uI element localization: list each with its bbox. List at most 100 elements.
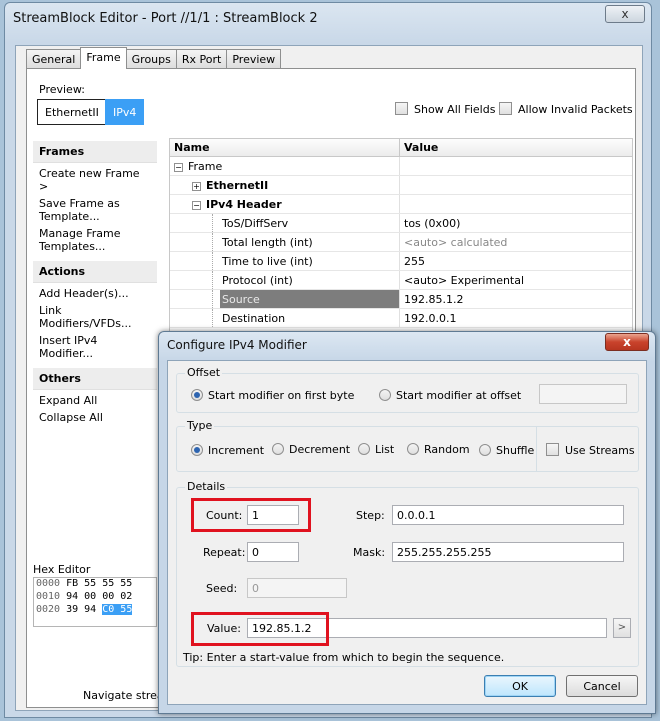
radio-button[interactable] bbox=[358, 443, 370, 455]
hex-bytes[interactable]: 39 94 bbox=[66, 604, 96, 615]
frames-section-title: Frames bbox=[33, 141, 157, 163]
dialog-close-button[interactable]: x bbox=[605, 333, 649, 351]
value-browse-button[interactable]: > bbox=[613, 618, 631, 638]
ok-button[interactable]: OK bbox=[484, 675, 556, 697]
tree-row-ethernet[interactable]: + EthernetII bbox=[170, 176, 632, 195]
collapse-icon[interactable]: − bbox=[192, 201, 201, 210]
checkbox-box[interactable] bbox=[546, 443, 559, 456]
dialog-title: Configure IPv4 Modifier bbox=[167, 338, 307, 352]
offset-input[interactable] bbox=[539, 384, 627, 404]
tab-strip: General Frame Groups Rx Port Preview bbox=[26, 47, 282, 69]
repeat-label: Repeat: bbox=[203, 546, 246, 559]
radio-button[interactable] bbox=[191, 444, 203, 456]
radio-button[interactable] bbox=[407, 443, 419, 455]
field-value[interactable]: <auto> Experimental bbox=[400, 271, 528, 289]
checkbox-box[interactable] bbox=[395, 102, 408, 115]
collapse-icon[interactable]: − bbox=[174, 163, 183, 172]
checkbox-box[interactable] bbox=[499, 102, 512, 115]
close-icon: x bbox=[621, 7, 629, 21]
tree-row-frame[interactable]: − Frame bbox=[170, 157, 632, 176]
create-new-frame-link[interactable]: Create new Frame > bbox=[39, 165, 151, 195]
step-input[interactable]: 0.0.0.1 bbox=[392, 505, 624, 525]
offset-group-label: Offset bbox=[185, 366, 223, 379]
hex-offset: 0010 bbox=[36, 591, 61, 602]
field-name: Destination bbox=[222, 312, 286, 325]
preview-ethernet-button[interactable]: EthernetII bbox=[37, 99, 107, 125]
value-column-header[interactable]: Value bbox=[400, 139, 442, 156]
radio-label: Decrement bbox=[289, 443, 351, 456]
save-frame-template-link[interactable]: Save Frame as Template... bbox=[39, 195, 151, 225]
type-divider bbox=[536, 426, 537, 472]
insert-ipv4-modifier-link[interactable]: Insert IPv4 Modifier... bbox=[39, 332, 151, 362]
window-close-button[interactable]: x bbox=[605, 5, 645, 23]
allow-invalid-packets-label: Allow Invalid Packets bbox=[518, 103, 633, 116]
link-modifiers-link[interactable]: Link Modifiers/VFDs... bbox=[39, 302, 151, 332]
field-value[interactable]: 192.85.1.2 bbox=[400, 290, 467, 308]
type-group: Type Increment Decrement List Random Shu… bbox=[176, 419, 639, 472]
type-increment-radio[interactable]: Increment bbox=[191, 444, 264, 457]
hex-editor[interactable]: 0000 FB 55 55 55 0010 94 00 00 02 0020 39 9… bbox=[33, 577, 157, 627]
tab-preview[interactable]: Preview bbox=[226, 49, 282, 69]
others-section: Expand All Collapse All bbox=[33, 390, 157, 432]
tab-rx-port[interactable]: Rx Port bbox=[175, 49, 228, 69]
tree-row-field[interactable]: ToS/DiffServ tos (0x00) bbox=[170, 214, 632, 233]
tree-row-field[interactable]: Time to live (int) 255 bbox=[170, 252, 632, 271]
chevron-right-icon: > bbox=[617, 622, 627, 633]
actions-section-title: Actions bbox=[33, 261, 157, 283]
type-shuffle-radio[interactable]: Shuffle bbox=[479, 444, 534, 457]
collapse-all-link[interactable]: Collapse All bbox=[39, 409, 151, 426]
add-headers-link[interactable]: Add Header(s)... bbox=[39, 285, 151, 302]
preview-ipv4-button[interactable]: IPv4 bbox=[105, 99, 145, 125]
field-name: Protocol (int) bbox=[222, 274, 293, 287]
value-highlight bbox=[191, 612, 329, 646]
expand-all-link[interactable]: Expand All bbox=[39, 392, 151, 409]
tab-frame[interactable]: Frame bbox=[80, 47, 127, 69]
hex-bytes[interactable]: 94 00 00 02 bbox=[66, 591, 132, 602]
allow-invalid-packets-checkbox[interactable]: Allow Invalid Packets bbox=[499, 102, 633, 116]
tree-row-field[interactable]: Protocol (int) <auto> Experimental bbox=[170, 271, 632, 290]
mask-input[interactable]: 255.255.255.255 bbox=[392, 542, 624, 562]
start-at-offset-radio[interactable]: Start modifier at offset bbox=[379, 389, 521, 402]
field-name: ToS/DiffServ bbox=[222, 217, 289, 230]
type-random-radio[interactable]: Random bbox=[407, 443, 470, 456]
name-column-header[interactable]: Name bbox=[170, 139, 400, 156]
repeat-input[interactable]: 0 bbox=[247, 542, 299, 562]
count-highlight bbox=[191, 498, 311, 532]
tree-row-field[interactable]: Total length (int) <auto> calculated bbox=[170, 233, 632, 252]
field-value[interactable]: <auto> calculated bbox=[400, 233, 511, 251]
tab-groups[interactable]: Groups bbox=[125, 49, 177, 69]
show-all-fields-checkbox[interactable]: Show All Fields bbox=[395, 102, 495, 116]
seed-input[interactable]: 0 bbox=[247, 578, 347, 598]
field-value[interactable]: 192.0.0.1 bbox=[400, 309, 460, 327]
type-decrement-radio[interactable]: Decrement bbox=[272, 443, 350, 456]
radio-button[interactable] bbox=[191, 389, 203, 401]
tree-row-field[interactable]: Destination 192.0.0.1 bbox=[170, 309, 632, 328]
tree-row-source[interactable]: Source 192.85.1.2 bbox=[170, 290, 632, 309]
step-label: Step: bbox=[356, 509, 385, 522]
expand-icon[interactable]: + bbox=[192, 182, 201, 191]
mask-label: Mask: bbox=[353, 546, 386, 559]
hex-selected-bytes[interactable]: C0 55 bbox=[102, 604, 133, 615]
hex-offset: 0020 bbox=[36, 604, 61, 615]
field-value[interactable]: 255 bbox=[400, 252, 429, 270]
manage-frame-templates-link[interactable]: Manage Frame Templates... bbox=[39, 225, 151, 255]
field-value[interactable]: tos (0x00) bbox=[400, 214, 464, 232]
tab-general[interactable]: General bbox=[26, 49, 82, 69]
radio-button[interactable] bbox=[379, 389, 391, 401]
tip-text: Tip: Enter a start-value from which to b… bbox=[183, 651, 505, 664]
window-titlebar[interactable]: StreamBlock Editor - Port //1/1 : Stream… bbox=[5, 3, 651, 33]
hex-offset: 0000 bbox=[36, 578, 61, 589]
type-list-radio[interactable]: List bbox=[358, 443, 394, 456]
actions-section: Add Header(s)... Link Modifiers/VFDs... … bbox=[33, 283, 157, 368]
cancel-button[interactable]: Cancel bbox=[566, 675, 638, 697]
hex-row: 0000 FB 55 55 55 bbox=[34, 578, 156, 591]
hex-bytes[interactable]: FB 55 55 55 bbox=[66, 578, 132, 589]
radio-button[interactable] bbox=[479, 444, 491, 456]
use-streams-checkbox[interactable]: Use Streams bbox=[546, 443, 635, 457]
start-first-byte-radio[interactable]: Start modifier on first byte bbox=[191, 389, 354, 402]
tree-row-ipv4-header[interactable]: − IPv4 Header bbox=[170, 195, 632, 214]
hex-editor-title: Hex Editor bbox=[33, 563, 91, 576]
navigate-hint: Navigate strea bbox=[83, 689, 164, 702]
radio-button[interactable] bbox=[272, 443, 284, 455]
details-group: Details Count: 1 Step: 0.0.0.1 Repeat: 0… bbox=[176, 480, 639, 667]
